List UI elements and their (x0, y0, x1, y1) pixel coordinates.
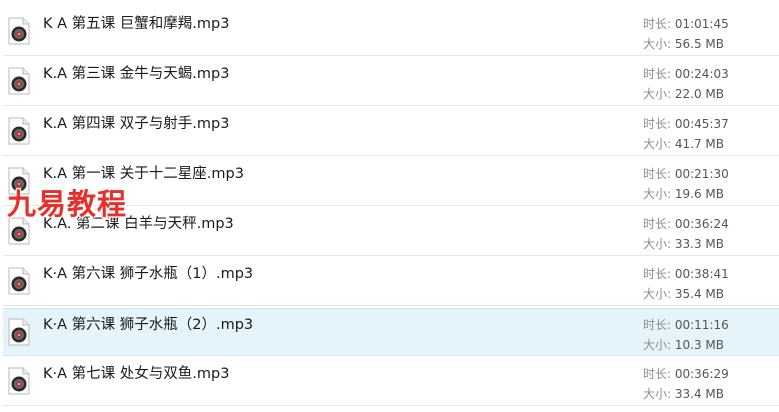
file-name: K.A 第一课 关于十二星座.mp3 (43, 166, 244, 182)
size-value: 33.4 MB (674, 387, 724, 401)
file-duration: 时长: 00:45:37 (643, 115, 729, 132)
duration-label: 时长: (643, 67, 675, 81)
duration-value: 00:11:16 (674, 318, 729, 332)
duration-value: 00:45:37 (674, 117, 729, 131)
file-size: 大小: 33.4 MB (643, 385, 724, 402)
duration-value: 00:24:03 (674, 67, 729, 81)
duration-label: 时长: (643, 367, 675, 381)
audio-file-icon (8, 167, 30, 195)
duration-value: 00:36:24 (674, 217, 729, 231)
file-size: 大小: 10.3 MB (643, 336, 724, 353)
audio-file-icon (8, 117, 30, 145)
audio-file-icon (8, 17, 30, 45)
file-size: 大小: 41.7 MB (643, 135, 724, 152)
file-row[interactable]: K·A 第六课 狮子水瓶（1）.mp3 时长: 00:38:41 大小: 35.4 … (3, 258, 779, 306)
file-size: 大小: 35.4 MB (643, 285, 724, 302)
size-value: 33.3 MB (674, 237, 724, 251)
file-duration: 时长: 00:36:24 (643, 215, 729, 232)
file-name: K·A 第六课 狮子水瓶（1）.mp3 (43, 266, 254, 282)
duration-label: 时长: (643, 318, 675, 332)
size-value: 19.6 MB (674, 187, 724, 201)
size-label: 大小: (643, 187, 675, 201)
size-value: 35.4 MB (674, 287, 724, 301)
file-row[interactable]: K·A 第七课 处女与双鱼.mp3 时长: 00:36:29 大小: 33.4 MB (3, 358, 779, 406)
file-name: K·A 第七课 处女与双鱼.mp3 (43, 366, 230, 382)
file-size: 大小: 33.3 MB (643, 235, 724, 252)
size-label: 大小: (643, 237, 675, 251)
size-label: 大小: (643, 287, 675, 301)
audio-file-icon (8, 318, 30, 346)
duration-value: 00:21:30 (674, 167, 729, 181)
file-row[interactable]: K.A 第一课 关于十二星座.mp3 时长: 00:21:30 大小: 19.6 M… (3, 158, 779, 206)
duration-label: 时长: (643, 167, 675, 181)
size-value: 22.0 MB (674, 87, 724, 101)
file-list: K A 第五课 巨蟹和摩羯.mp3 时长: 01:01:45 大小: 56.5 MB… (0, 0, 779, 412)
size-value: 10.3 MB (674, 338, 724, 352)
file-size: 大小: 19.6 MB (643, 185, 724, 202)
audio-file-icon (8, 267, 30, 295)
duration-label: 时长: (643, 217, 675, 231)
duration-value: 01:01:45 (674, 17, 729, 31)
duration-label: 时长: (643, 17, 675, 31)
size-label: 大小: (643, 37, 675, 51)
size-label: 大小: (643, 87, 675, 101)
file-duration: 时长: 00:24:03 (643, 65, 729, 82)
duration-label: 时长: (643, 267, 675, 281)
file-duration: 时长: 00:21:30 (643, 165, 729, 182)
file-name: K.A 第三课 金牛与天蝎.mp3 (43, 66, 230, 82)
file-row[interactable]: K.A 第四课 双子与射手.mp3 时长: 00:45:37 大小: 41.7 MB (3, 108, 779, 156)
size-label: 大小: (643, 137, 675, 151)
duration-value: 00:36:29 (674, 367, 729, 381)
file-row[interactable]: K.A. 第二课 白羊与天秤.mp3 时长: 00:36:24 大小: 33.3 M… (3, 208, 779, 256)
file-size: 大小: 56.5 MB (643, 35, 724, 52)
audio-file-icon (8, 217, 30, 245)
size-label: 大小: (643, 338, 675, 352)
file-duration: 时长: 00:11:16 (643, 316, 729, 333)
file-name: K.A 第四课 双子与射手.mp3 (43, 116, 230, 132)
duration-value: 00:38:41 (674, 267, 729, 281)
size-label: 大小: (643, 387, 675, 401)
file-duration: 时长: 01:01:45 (643, 15, 729, 32)
file-duration: 时长: 00:38:41 (643, 265, 729, 282)
duration-label: 时长: (643, 117, 675, 131)
file-size: 大小: 22.0 MB (643, 85, 724, 102)
size-value: 41.7 MB (674, 137, 724, 151)
file-row[interactable]: K.A 第三课 金牛与天蝎.mp3 时长: 00:24:03 大小: 22.0 MB (3, 58, 779, 106)
audio-file-icon (8, 67, 30, 95)
file-row[interactable]: K A 第五课 巨蟹和摩羯.mp3 时长: 01:01:45 大小: 56.5 MB (3, 8, 779, 56)
size-value: 56.5 MB (674, 37, 724, 51)
file-name: K A 第五课 巨蟹和摩羯.mp3 (43, 16, 230, 32)
file-name: K·A 第六课 狮子水瓶（2）.mp3 (43, 317, 254, 333)
file-name: K.A. 第二课 白羊与天秤.mp3 (43, 216, 234, 232)
file-row[interactable]: K·A 第六课 狮子水瓶（2）.mp3 时长: 00:11:16 大小: 10.3 … (3, 308, 779, 356)
file-duration: 时长: 00:36:29 (643, 365, 729, 382)
audio-file-icon (8, 367, 30, 395)
